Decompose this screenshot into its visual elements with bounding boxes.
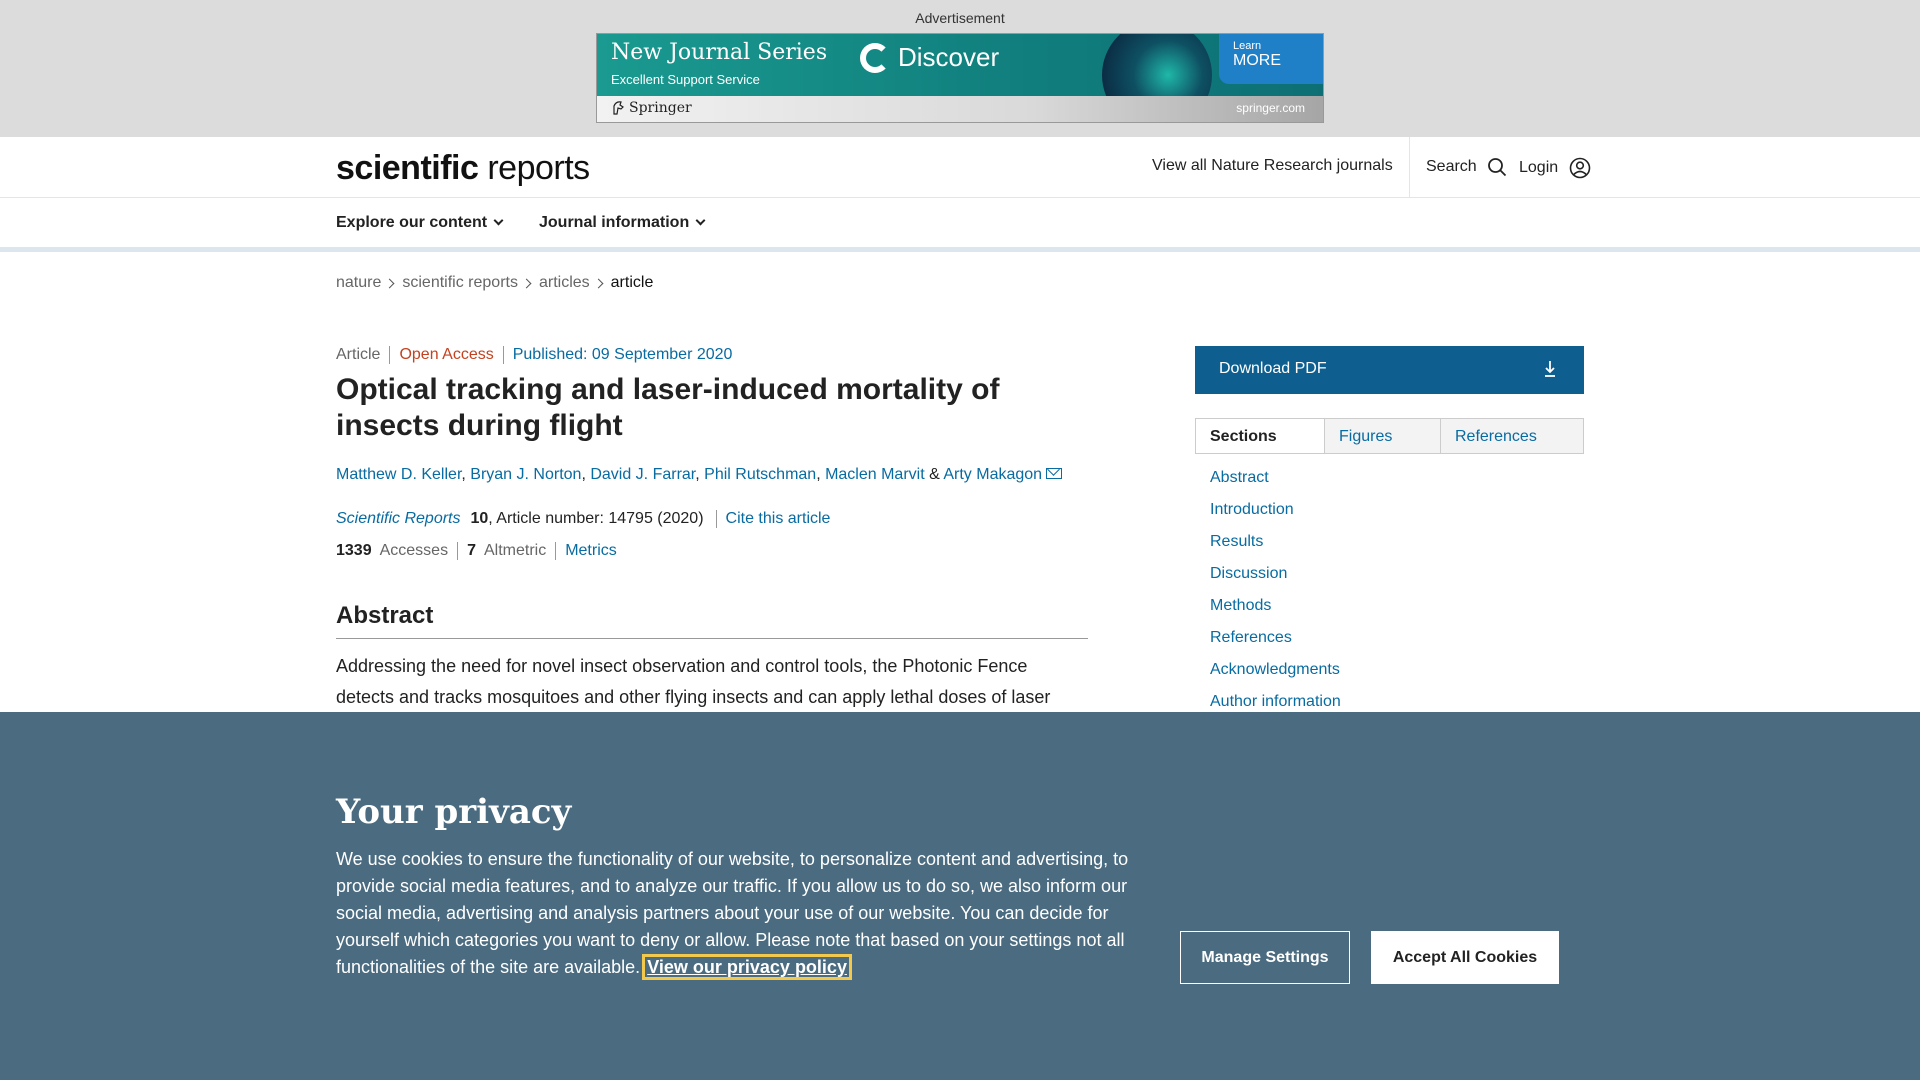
author-link[interactable]: Phil Rutschman xyxy=(704,466,816,483)
ad-cta-line2: MORE xyxy=(1233,52,1281,69)
author-link[interactable]: Bryan J. Norton xyxy=(470,466,581,483)
explore-content-menu[interactable]: Explore our content xyxy=(336,214,504,232)
accesses-count: 1339 xyxy=(336,542,372,559)
section-link-acknowledgments[interactable]: Acknowledgments xyxy=(1210,660,1341,692)
ad-publisher: Springer xyxy=(611,100,692,116)
logo-bold: scientific xyxy=(336,149,479,187)
accept-all-cookies-button[interactable]: Accept All Cookies xyxy=(1371,931,1559,984)
cookie-heading: Your privacy xyxy=(336,792,572,832)
ad-learn-more-button[interactable]: Learn MORE xyxy=(1219,34,1323,84)
ad-bar: Advertisement New Journal Series Excelle… xyxy=(0,0,1920,137)
author-list: Matthew D. Keller, Bryan J. Norton, Davi… xyxy=(336,466,1063,484)
tab-figures[interactable]: Figures xyxy=(1324,419,1440,453)
main-nav: Explore our content Journal information xyxy=(0,198,1920,252)
site-logo[interactable]: scientific reports xyxy=(336,149,590,188)
download-icon xyxy=(1545,361,1555,377)
discover-logo-icon xyxy=(860,42,890,73)
section-link-methods[interactable]: Methods xyxy=(1210,596,1341,628)
abstract-text: Addressing the need for novel insect obs… xyxy=(336,656,1051,707)
accesses-label: Accesses xyxy=(379,542,449,559)
breadcrumb-articles[interactable]: articles xyxy=(539,274,590,292)
article-number: , Article number: 14795 (2020) xyxy=(488,510,704,527)
cookie-text-block: We use cookies to ensure the functionali… xyxy=(336,846,1136,981)
search-button[interactable]: Search xyxy=(1426,157,1507,177)
published-date: Published: 09 September 2020 xyxy=(502,346,742,364)
ad-label: Advertisement xyxy=(915,10,1005,26)
login-button[interactable]: Login xyxy=(1519,157,1591,179)
chevron-right-icon xyxy=(593,278,604,288)
logo-light: reports xyxy=(487,149,590,187)
download-pdf-label: Download PDF xyxy=(1219,360,1327,377)
ad-domain: springer.com xyxy=(1236,101,1305,115)
altmetric-stat: 7 Altmetric xyxy=(457,542,555,560)
site-header: scientific reports View all Nature Resea… xyxy=(0,137,1920,198)
author-link[interactable]: Matthew D. Keller xyxy=(336,466,461,483)
chevron-right-icon xyxy=(521,278,532,288)
chevron-down-icon xyxy=(493,215,504,226)
metrics-link[interactable]: Metrics xyxy=(555,542,626,560)
all-journals-link[interactable]: View all Nature Research journals xyxy=(1152,157,1393,175)
journal-info-label: Journal information xyxy=(539,214,690,231)
section-link-discussion[interactable]: Discussion xyxy=(1210,564,1341,596)
section-list: Abstract Introduction Results Discussion… xyxy=(1210,468,1341,724)
journal-volume: 10 xyxy=(470,510,489,527)
ad-banner-top: New Journal Series Excellent Support Ser… xyxy=(597,34,1323,122)
article-title: Optical tracking and laser-induced morta… xyxy=(336,373,1000,442)
altmetric-label: Altmetric xyxy=(483,542,547,559)
sidebar-tabs: Sections Figures References xyxy=(1195,418,1584,454)
chevron-right-icon xyxy=(384,278,395,288)
article-meta: Article Open Access Published: 09 Septem… xyxy=(336,346,741,364)
privacy-policy-link[interactable]: View our privacy policy xyxy=(642,954,852,980)
section-link-results[interactable]: Results xyxy=(1210,532,1341,564)
email-icon[interactable] xyxy=(1046,468,1063,479)
login-label: Login xyxy=(1519,159,1559,177)
search-icon xyxy=(1488,158,1507,177)
user-icon xyxy=(1569,157,1590,179)
tab-references[interactable]: References xyxy=(1440,419,1583,453)
article-type: Article xyxy=(336,346,381,363)
download-pdf-button[interactable]: Download PDF xyxy=(1195,346,1584,394)
breadcrumb: nature scientific reports articles artic… xyxy=(336,274,653,292)
accesses-stat: 1339 Accesses xyxy=(336,542,457,560)
header-divider xyxy=(1409,137,1410,198)
manage-settings-button[interactable]: Manage Settings xyxy=(1180,931,1350,984)
journal-information-menu[interactable]: Journal information xyxy=(539,214,706,232)
chevron-down-icon xyxy=(695,215,706,226)
ad-subtitle: Excellent Support Service xyxy=(611,72,760,87)
tab-sections[interactable]: Sections xyxy=(1196,419,1324,453)
article-stats: 1339 Accesses 7 Altmetric Metrics xyxy=(336,542,626,560)
explore-label: Explore our content xyxy=(336,214,488,231)
section-link-references[interactable]: References xyxy=(1210,628,1341,660)
journal-name[interactable]: Scientific Reports xyxy=(336,510,461,528)
ad-publisher-name: Springer xyxy=(629,100,692,116)
breadcrumb-current: article xyxy=(610,274,654,291)
cite-article-link[interactable]: Cite this article xyxy=(715,510,830,528)
altmetric-count: 7 xyxy=(467,542,476,559)
ad-brand: Discover xyxy=(860,42,999,73)
breadcrumb-scientific-reports[interactable]: scientific reports xyxy=(402,274,518,292)
author-link[interactable]: Maclen Marvit xyxy=(825,466,925,483)
author-link[interactable]: David J. Farrar xyxy=(590,466,695,483)
section-link-abstract[interactable]: Abstract xyxy=(1210,468,1341,500)
author-link[interactable]: Arty Makagon xyxy=(943,466,1042,483)
ad-cta-line1: Learn xyxy=(1233,40,1262,52)
springer-horse-icon xyxy=(613,101,624,115)
search-label: Search xyxy=(1426,158,1477,176)
ad-banner-bottom: Springer springer.com xyxy=(597,96,1323,122)
ad-brand-text: Discover xyxy=(898,42,1000,72)
journal-citation: Scientific Reports 10 , Article number: … xyxy=(336,510,830,528)
open-access-badge: Open Access xyxy=(389,346,502,364)
ad-title: New Journal Series xyxy=(611,40,828,65)
section-link-introduction[interactable]: Introduction xyxy=(1210,500,1341,532)
cookie-banner: Your privacy We use cookies to ensure th… xyxy=(0,712,1920,1080)
abstract-heading: Abstract xyxy=(336,602,1088,639)
ad-banner[interactable]: New Journal Series Excellent Support Ser… xyxy=(596,33,1324,123)
breadcrumb-nature[interactable]: nature xyxy=(336,274,381,292)
